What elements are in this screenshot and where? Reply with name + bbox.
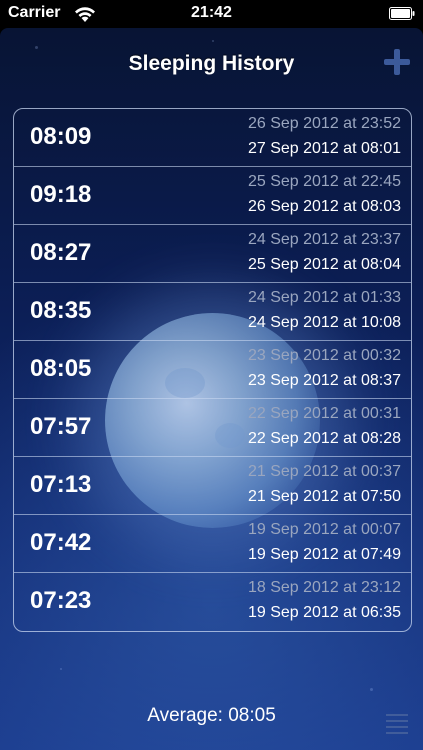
sleep-duration: 07:57 [30,413,92,440]
status-bar: Carrier 21:42 [0,0,423,28]
page-title: Sleeping History [128,52,295,75]
star-decoration [212,40,214,42]
sleep-end-time: 27 Sep 2012 at 08:01 [247,140,401,157]
sleep-end-time: 22 Sep 2012 at 08:28 [247,430,401,447]
sleep-duration: 07:23 [30,587,92,614]
sleep-duration: 08:09 [30,123,92,150]
sleep-duration: 09:18 [30,181,92,208]
history-row[interactable]: 07:57 22 Sep 2012 at 00:31 22 Sep 2012 at … [14,399,411,457]
sleep-start-time: 24 Sep 2012 at 01:33 [247,289,401,306]
star-decoration [60,668,62,670]
sleep-end-time: 25 Sep 2012 at 08:04 [247,256,401,273]
star-decoration [35,46,38,49]
sleep-start-time: 23 Sep 2012 at 00:32 [247,347,401,364]
sleep-end-time: 23 Sep 2012 at 08:37 [247,372,401,389]
star-decoration [370,688,373,691]
sleep-end-time: 21 Sep 2012 at 07:50 [247,488,401,505]
sleep-start-time: 19 Sep 2012 at 00:07 [247,521,401,538]
sleep-end-time: 26 Sep 2012 at 08:03 [247,198,401,215]
phone-screen: Carrier 21:42 Sleeping History 08:09 26 S… [0,0,423,750]
history-row[interactable]: 08:05 23 Sep 2012 at 00:32 23 Sep 2012 at … [14,341,411,399]
history-row[interactable]: 07:23 18 Sep 2012 at 23:12 19 Sep 2012 at … [14,573,411,631]
sleep-end-time: 19 Sep 2012 at 07:49 [247,546,401,563]
sleep-start-time: 21 Sep 2012 at 00:37 [247,463,401,480]
clock-time: 21:42 [191,4,232,21]
history-row[interactable]: 08:27 24 Sep 2012 at 23:37 25 Sep 2012 at … [14,225,411,283]
history-row[interactable]: 08:35 24 Sep 2012 at 01:33 24 Sep 2012 at … [14,283,411,341]
history-row[interactable]: 07:42 19 Sep 2012 at 00:07 19 Sep 2012 at … [14,515,411,573]
sleep-duration: 07:42 [30,529,92,556]
sleep-duration: 08:27 [30,239,92,266]
history-row[interactable]: 07:13 21 Sep 2012 at 00:37 21 Sep 2012 at … [14,457,411,515]
history-list: 08:09 26 Sep 2012 at 23:52 27 Sep 2012 at … [13,108,412,632]
history-row[interactable]: 08:09 26 Sep 2012 at 23:52 27 Sep 2012 at … [14,109,411,167]
history-row[interactable]: 09:18 25 Sep 2012 at 22:45 26 Sep 2012 at … [14,167,411,225]
sleep-duration: 07:13 [30,471,92,498]
add-entry-button[interactable] [381,46,413,78]
sleep-duration: 08:35 [30,297,92,324]
sleep-start-time: 22 Sep 2012 at 00:31 [247,405,401,422]
app-view: Sleeping History 08:09 26 Sep 2012 at 23:… [0,28,423,750]
battery-icon [389,7,415,20]
sleep-end-time: 24 Sep 2012 at 10:08 [247,314,401,331]
sleep-start-time: 18 Sep 2012 at 23:12 [247,579,401,596]
sleep-end-time: 19 Sep 2012 at 06:35 [247,604,401,621]
sleep-start-time: 26 Sep 2012 at 23:52 [247,115,401,132]
sleep-duration: 08:05 [30,355,92,382]
menu-icon[interactable] [386,711,408,734]
sleep-start-time: 24 Sep 2012 at 23:37 [247,231,401,248]
average-label: Average: 08:05 [147,705,276,726]
sleep-start-time: 25 Sep 2012 at 22:45 [247,173,401,190]
